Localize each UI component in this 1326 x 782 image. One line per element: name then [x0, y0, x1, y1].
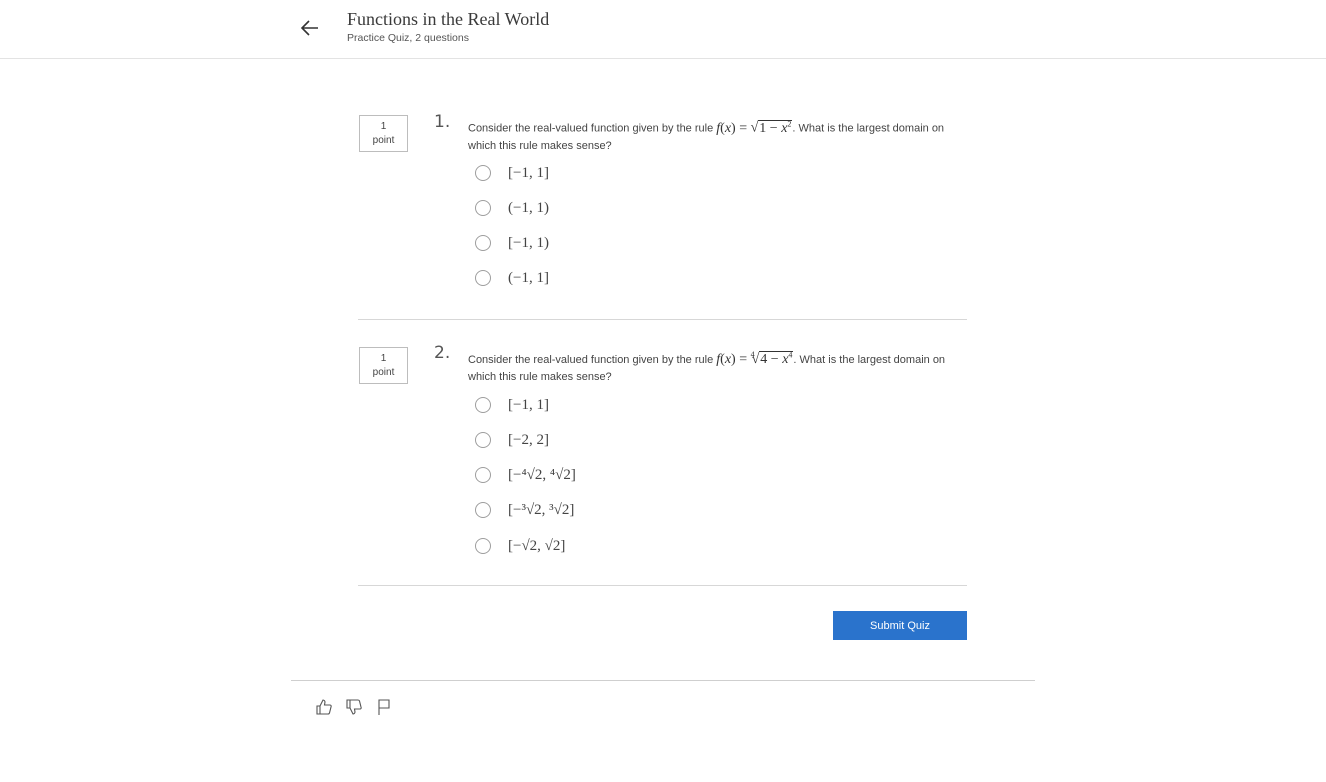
answer-option[interactable]: [−⁴√2, ⁴√2] — [475, 464, 576, 486]
radio-button[interactable] — [475, 165, 491, 181]
answer-option[interactable]: (−1, 1) — [475, 197, 549, 219]
flag-icon[interactable] — [375, 698, 393, 716]
radio-button[interactable] — [475, 538, 491, 554]
points-value: 1 — [380, 353, 387, 364]
option-label: [−2, 2] — [508, 431, 549, 448]
radio-button[interactable] — [475, 397, 491, 413]
question-prompt: Consider the real-valued function given … — [468, 346, 948, 386]
question-number: 2. — [434, 343, 451, 363]
feedback-toolbar — [315, 698, 393, 716]
back-button[interactable] — [299, 17, 321, 39]
option-label: [−1, 1) — [508, 234, 549, 251]
prompt-text-before: Consider the real-valued function given … — [468, 354, 714, 366]
submit-quiz-button[interactable]: Submit Quiz — [833, 611, 967, 640]
question-divider — [358, 585, 967, 586]
answer-option[interactable]: [−1, 1) — [475, 232, 549, 254]
radio-button[interactable] — [475, 502, 491, 518]
question-number: 1. — [434, 112, 451, 132]
option-label: (−1, 1] — [508, 269, 549, 286]
page-header: Functions in the Real World Practice Qui… — [0, 0, 1326, 59]
option-label: [−³√2, ³√2] — [508, 501, 575, 518]
answer-option[interactable]: [−³√2, ³√2] — [475, 499, 574, 521]
points-box: 1 point — [359, 347, 408, 384]
arrow-left-icon — [300, 20, 318, 36]
answer-option[interactable]: [−√2, √2] — [475, 535, 565, 557]
page-title: Functions in the Real World — [347, 9, 550, 29]
points-unit: point — [372, 135, 395, 146]
question-divider — [358, 319, 967, 320]
option-label: (−1, 1) — [508, 199, 549, 216]
answer-option[interactable]: [−2, 2] — [475, 429, 549, 451]
thumbs-up-icon[interactable] — [315, 698, 333, 716]
radio-button[interactable] — [475, 270, 491, 286]
answer-option[interactable]: (−1, 1] — [475, 267, 549, 289]
radio-button[interactable] — [475, 467, 491, 483]
question-prompt: Consider the real-valued function given … — [468, 115, 948, 155]
answer-option[interactable]: [−1, 1] — [475, 162, 549, 184]
points-unit: point — [372, 367, 395, 378]
prompt-text-before: Consider the real-valued function given … — [468, 122, 714, 135]
function-formula: f(x) = 4√4 − x4 — [716, 350, 794, 367]
footer-divider — [291, 680, 1035, 681]
points-value: 1 — [380, 121, 387, 132]
radio-button[interactable] — [475, 235, 491, 251]
option-label: [−1, 1] — [508, 164, 549, 181]
page-subtitle: Practice Quiz, 2 questions — [347, 32, 469, 44]
thumbs-down-icon[interactable] — [345, 698, 363, 716]
function-formula: f(x) = √1 − x2 — [716, 119, 793, 136]
answer-option[interactable]: [−1, 1] — [475, 394, 549, 416]
radio-button[interactable] — [475, 200, 491, 216]
option-label: [−√2, √2] — [508, 537, 566, 554]
option-label: [−1, 1] — [508, 396, 549, 413]
radio-button[interactable] — [475, 432, 491, 448]
points-box: 1 point — [359, 115, 408, 152]
option-label: [−⁴√2, ⁴√2] — [508, 466, 576, 483]
